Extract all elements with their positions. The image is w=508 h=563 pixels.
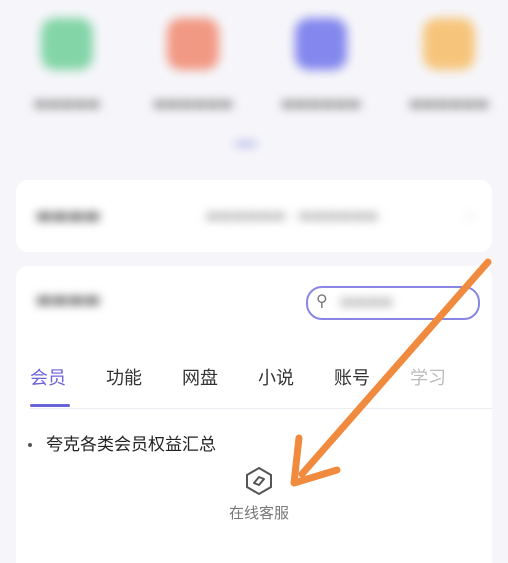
app-shortcut-row: ▬▬▬▬▬ ▬▬▬▬▬▬ ▬▬▬▬▬▬ ▬▬▬▬▬▬ bbox=[0, 18, 508, 138]
app-icon-blue bbox=[295, 18, 347, 70]
app-shortcut-label: ▬▬▬▬▬ bbox=[33, 96, 101, 112]
nav-card-title: ▬▬▬▬ bbox=[36, 206, 101, 226]
app-shortcut-1[interactable]: ▬▬▬▬▬ bbox=[2, 18, 132, 112]
app-shortcut-label: ▬▬▬▬▬▬ bbox=[153, 96, 233, 112]
chevron-right-icon: › bbox=[467, 206, 474, 225]
tab-novels[interactable]: 小说 bbox=[258, 364, 294, 390]
faq-item-text: 夸克各类会员权益汇总 bbox=[46, 435, 216, 455]
faq-list-item[interactable]: 夸克各类会员权益汇总 bbox=[28, 430, 216, 455]
app-shortcut-label: ▬▬▬▬▬▬ bbox=[281, 96, 361, 112]
app-shortcut-4[interactable]: ▬▬▬▬▬▬ bbox=[384, 18, 508, 112]
faq-search-input[interactable]: ⚲ ▬▬▬▬ bbox=[306, 286, 480, 320]
nav-card-breadcrumb: ▬▬▬▬▬▬ · ▬▬▬▬▬▬ bbox=[206, 208, 379, 224]
app-icon-green bbox=[41, 18, 93, 70]
tab-study[interactable]: 学习 bbox=[410, 364, 446, 390]
search-icon: ⚲ bbox=[316, 291, 328, 310]
faq-title: ▬▬▬▬ bbox=[36, 290, 101, 310]
app-shortcut-3[interactable]: ▬▬▬▬▬▬ bbox=[256, 18, 386, 112]
app-shortcut-label: ▬▬▬▬▬▬ bbox=[409, 96, 489, 112]
customer-service-button[interactable]: 在线客服 bbox=[214, 466, 304, 523]
bullet-icon bbox=[28, 443, 32, 447]
app-icon-red bbox=[167, 18, 219, 70]
customer-service-icon bbox=[246, 466, 272, 496]
search-placeholder: ▬▬▬▬ bbox=[340, 294, 393, 310]
active-tab-indicator bbox=[30, 404, 70, 407]
customer-service-label: 在线客服 bbox=[228, 504, 289, 522]
help-nav-card[interactable]: ▬▬▬▬ ▬▬▬▬▬▬ · ▬▬▬▬▬▬ › bbox=[16, 180, 492, 252]
tab-netdisk[interactable]: 网盘 bbox=[182, 364, 218, 390]
pager-indicator bbox=[235, 142, 257, 146]
tab-account[interactable]: 账号 bbox=[334, 364, 370, 390]
app-shortcut-2[interactable]: ▬▬▬▬▬▬ bbox=[128, 18, 258, 112]
tab-features[interactable]: 功能 bbox=[106, 364, 142, 390]
tab-member[interactable]: 会员 bbox=[30, 364, 66, 390]
tab-divider bbox=[30, 408, 492, 409]
app-icon-orange bbox=[423, 18, 475, 70]
